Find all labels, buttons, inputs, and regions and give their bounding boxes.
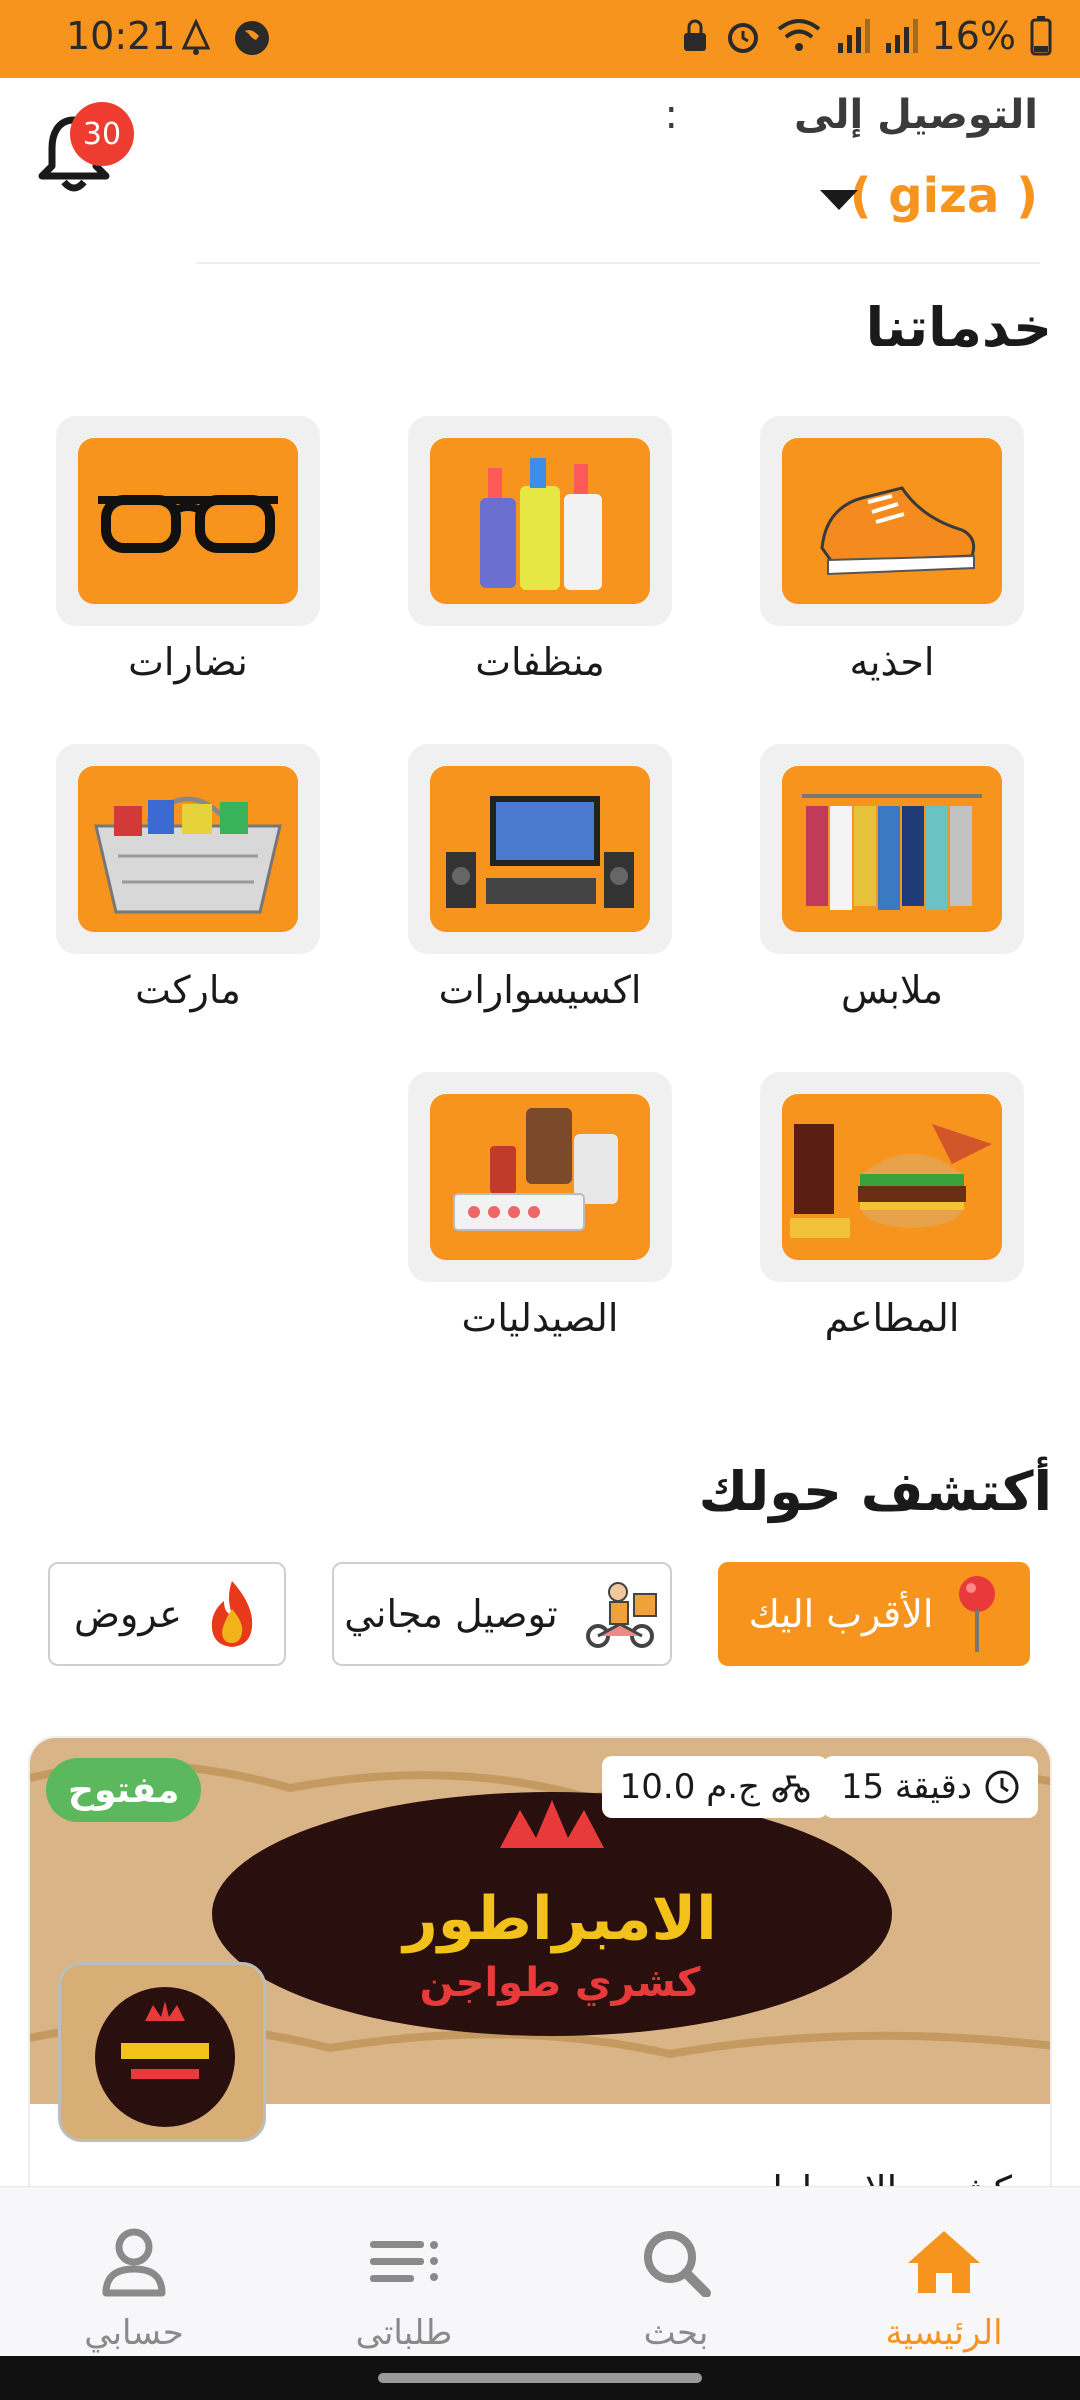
restaurant-card[interactable]: الامبراطور كشري طواجن مفتوح 15 دقيقة 10.…	[28, 1736, 1052, 2196]
services-title: خدماتنا	[865, 296, 1052, 359]
market-basket-image	[78, 766, 298, 932]
viber-icon	[235, 21, 269, 55]
service-card[interactable]	[56, 744, 320, 954]
orders-list-icon	[370, 2241, 438, 2282]
service-label: المطاعم	[824, 1296, 960, 1340]
bottom-navigation: الرئيسية بحث طلباتى حسابي	[0, 2186, 1080, 2356]
chip-label: توصيل مجاني	[344, 1592, 558, 1636]
nav-home[interactable]: الرئيسية	[834, 2227, 1054, 2353]
search-icon	[644, 2231, 711, 2298]
service-label: منظفات	[475, 640, 605, 684]
profile-icon	[102, 2228, 166, 2297]
service-pharmacies[interactable]: الصيدليات	[408, 1072, 672, 1340]
service-restaurants[interactable]: المطاعم	[760, 1072, 1024, 1340]
service-cleaners[interactable]: منظفات	[408, 416, 672, 684]
service-accessories[interactable]: اكسيسوارات	[408, 744, 672, 1012]
service-market[interactable]: ماركت	[56, 744, 320, 1012]
location-selector[interactable]: ( giza )	[850, 168, 1038, 224]
nav-search[interactable]: بحث	[566, 2227, 786, 2353]
service-label: اكسيسوارات	[438, 968, 642, 1012]
fastfood-image	[782, 1094, 1002, 1260]
deliver-to-label: التوصيل إلى	[794, 92, 1038, 138]
delivery-fee: 10.0 ج.م	[619, 1767, 760, 1807]
status-bar: 10:21 16%	[0, 0, 1080, 78]
battery-percent: 16%	[931, 14, 1016, 58]
chip-nearest[interactable]: الأقرب اليك	[718, 1562, 1030, 1666]
delivery-scooter-icon	[585, 1582, 657, 1648]
clock-icon	[985, 1770, 1019, 1804]
service-card[interactable]	[760, 416, 1024, 626]
service-label: ماركت	[135, 968, 241, 1012]
alarm-icon	[727, 23, 758, 53]
nav-label: الرئيسية	[885, 2313, 1003, 2353]
service-card[interactable]	[408, 416, 672, 626]
service-card[interactable]	[760, 1072, 1024, 1282]
chip-label: الأقرب اليك	[748, 1592, 934, 1636]
header-divider	[196, 262, 1040, 264]
service-card[interactable]	[760, 744, 1024, 954]
battery-icon	[1030, 16, 1052, 56]
glasses-image	[78, 438, 298, 604]
pharmacy-image	[430, 1094, 650, 1260]
notification-badge: 30	[70, 102, 134, 166]
cleaners-image	[430, 438, 650, 604]
notification-bell-small-icon	[181, 18, 211, 55]
lock-icon	[683, 19, 706, 51]
fire-icon	[211, 1581, 253, 1647]
nav-label: طلباتى	[355, 2313, 453, 2353]
service-glasses[interactable]: نضارات	[56, 416, 320, 684]
status-right-icons: 16%	[680, 14, 1052, 58]
delivery-time-pill: 15 دقيقة	[822, 1756, 1038, 1818]
chip-label: عروض	[74, 1592, 182, 1636]
nav-orders[interactable]: طلباتى	[294, 2227, 514, 2353]
service-label: الصيدليات	[461, 1296, 619, 1340]
electronics-image	[430, 766, 650, 932]
location-pin-icon	[959, 1576, 996, 1652]
chip-free-delivery[interactable]: توصيل مجاني	[332, 1562, 672, 1666]
delivery-time: 15 دقيقة	[840, 1767, 972, 1807]
deliver-to-colon: :	[664, 92, 678, 138]
discover-title: أكتشف حولك	[698, 1460, 1052, 1523]
signal-1-icon	[837, 19, 870, 53]
home-icon	[908, 2231, 980, 2293]
wifi-icon	[777, 19, 820, 51]
location-dropdown-icon[interactable]	[820, 190, 858, 210]
service-card[interactable]	[56, 416, 320, 626]
service-card[interactable]	[408, 744, 672, 954]
service-label: ملابس	[840, 968, 944, 1012]
open-status-badge: مفتوح	[46, 1758, 202, 1822]
signal-2-icon	[885, 19, 918, 53]
clothes-image	[782, 766, 1002, 932]
status-time: 10:21	[66, 14, 176, 58]
service-label: احذيه	[849, 640, 935, 684]
delivery-fee-pill: 10.0 ج.م	[601, 1756, 828, 1818]
nav-account[interactable]: حسابي	[24, 2227, 244, 2353]
chip-offers[interactable]: عروض	[48, 1562, 286, 1666]
shoe-image	[782, 438, 1002, 604]
service-label: نضارات	[128, 640, 248, 684]
home-gesture-handle[interactable]	[378, 2373, 702, 2383]
service-shoes[interactable]: احذيه	[760, 416, 1024, 684]
scooter-icon	[772, 1775, 810, 1803]
service-card[interactable]	[408, 1072, 672, 1282]
nav-label: بحث	[643, 2313, 709, 2353]
status-left-icons	[178, 18, 272, 58]
banner-subtitle: كشري طواجن	[419, 1960, 701, 2006]
service-clothes[interactable]: ملابس	[760, 744, 1024, 1012]
banner-title: الامبراطور	[403, 1884, 717, 1954]
restaurant-logo	[58, 1962, 266, 2142]
nav-label: حسابي	[84, 2313, 184, 2353]
